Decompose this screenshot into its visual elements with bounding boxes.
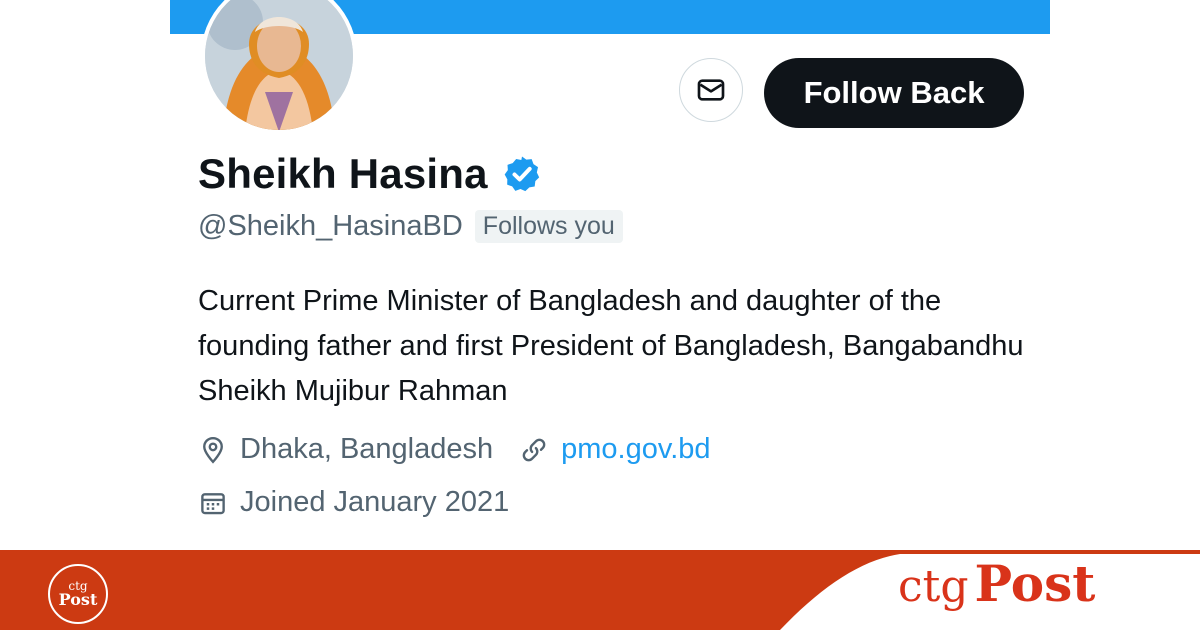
website-link[interactable]: pmo.gov.bd — [561, 433, 710, 466]
joined-date: Joined January 2021 — [240, 486, 510, 518]
logo-ctg-text: ctg — [898, 561, 969, 612]
location-pin-icon — [203, 436, 223, 464]
ctgpost-logo: ctg Post — [898, 554, 1095, 626]
display-name: Sheikh Hasina — [198, 150, 488, 197]
envelope-icon — [697, 79, 725, 101]
avatar-image — [205, 0, 353, 130]
ctgpost-small-logo: ctg Post — [48, 564, 108, 624]
username-handle: @Sheikh_HasinaBD — [198, 210, 463, 242]
display-name-row: Sheikh Hasina — [198, 150, 542, 198]
follows-you-badge: Follows you — [474, 210, 623, 243]
avatar[interactable] — [201, 0, 357, 134]
small-logo-bottom-text: Post — [58, 590, 98, 609]
link-icon — [522, 438, 546, 461]
message-button[interactable] — [679, 58, 743, 122]
handle-row: @Sheikh_HasinaBD Follows you — [198, 210, 623, 243]
profile-card: Follow Back Sheikh Hasina @Sheikh_Hasina… — [170, 0, 1050, 552]
calendar-icon — [201, 492, 225, 514]
location-website-row: Dhaka, Bangladesh pmo.gov.bd — [198, 433, 711, 466]
profile-bio: Current Prime Minister of Bangladesh and… — [198, 285, 1024, 407]
verified-badge-icon[interactable] — [502, 154, 542, 194]
location-text: Dhaka, Bangladesh — [240, 433, 494, 465]
logo-post-text: Post — [974, 554, 1096, 613]
follow-back-button[interactable]: Follow Back — [764, 58, 1024, 128]
joined-row: Joined January 2021 — [198, 486, 509, 519]
